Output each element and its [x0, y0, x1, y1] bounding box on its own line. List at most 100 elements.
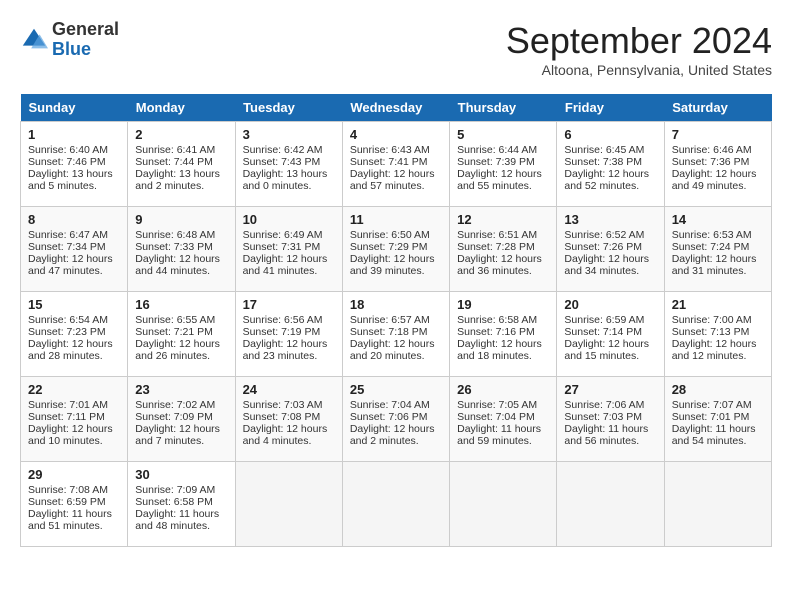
- header-sunday: Sunday: [21, 94, 128, 122]
- day-number: 30: [135, 467, 227, 482]
- daylight-text: Daylight: 13 hours and 2 minutes.: [135, 168, 220, 192]
- sunset-text: Sunset: 7:36 PM: [672, 156, 750, 168]
- calendar-cell: 15Sunrise: 6:54 AMSunset: 7:23 PMDayligh…: [21, 292, 128, 377]
- daylight-text: Daylight: 13 hours and 0 minutes.: [243, 168, 328, 192]
- sunset-text: Sunset: 7:09 PM: [135, 411, 213, 423]
- header-monday: Monday: [128, 94, 235, 122]
- day-number: 6: [564, 127, 656, 142]
- calendar-cell: 4 Sunrise: 6:43 AMSunset: 7:41 PMDaylight…: [342, 122, 449, 207]
- sunrise-text: Sunrise: 6:51 AM: [457, 229, 537, 241]
- calendar-cell: 9Sunrise: 6:48 AMSunset: 7:33 PMDaylight…: [128, 207, 235, 292]
- sunset-text: Sunset: 7:18 PM: [350, 326, 428, 338]
- sunrise-text: Sunrise: 7:01 AM: [28, 399, 108, 411]
- daylight-text: Daylight: 12 hours and 4 minutes.: [243, 423, 328, 447]
- logo-general-text: General: [52, 20, 119, 40]
- daylight-text: Daylight: 12 hours and 57 minutes.: [350, 168, 435, 192]
- day-number: 7: [672, 127, 764, 142]
- sunrise-text: Sunrise: 6:49 AM: [243, 229, 323, 241]
- sunset-text: Sunset: 7:03 PM: [564, 411, 642, 423]
- daylight-text: Daylight: 11 hours and 56 minutes.: [564, 423, 648, 447]
- sunrise-text: Sunrise: 6:52 AM: [564, 229, 644, 241]
- calendar-cell: [664, 462, 771, 547]
- daylight-text: Daylight: 11 hours and 51 minutes.: [28, 508, 112, 532]
- sunset-text: Sunset: 7:23 PM: [28, 326, 106, 338]
- sunset-text: Sunset: 7:01 PM: [672, 411, 750, 423]
- calendar-cell: 3Sunrise: 6:42 AMSunset: 7:43 PMDaylight…: [235, 122, 342, 207]
- daylight-text: Daylight: 11 hours and 59 minutes.: [457, 423, 541, 447]
- sunrise-text: Sunrise: 6:57 AM: [350, 314, 430, 326]
- day-number: 11: [350, 212, 442, 227]
- sunrise-text: Sunrise: 6:54 AM: [28, 314, 108, 326]
- month-title: September 2024: [506, 20, 772, 62]
- day-number: 13: [564, 212, 656, 227]
- calendar-cell: 1Sunrise: 6:40 AMSunset: 7:46 PMDaylight…: [21, 122, 128, 207]
- sunrise-text: Sunrise: 7:00 AM: [672, 314, 752, 326]
- calendar-cell: 7 Sunrise: 6:46 AMSunset: 7:36 PMDaylight…: [664, 122, 771, 207]
- day-number: 16: [135, 297, 227, 312]
- sunrise-text: Sunrise: 7:02 AM: [135, 399, 215, 411]
- sunset-text: Sunset: 7:34 PM: [28, 241, 106, 253]
- header-wednesday: Wednesday: [342, 94, 449, 122]
- sunrise-text: Sunrise: 6:43 AM: [350, 144, 430, 156]
- sunrise-text: Sunrise: 6:56 AM: [243, 314, 323, 326]
- calendar-cell: 29Sunrise: 7:08 AMSunset: 6:59 PMDayligh…: [21, 462, 128, 547]
- sunset-text: Sunset: 7:41 PM: [350, 156, 428, 168]
- calendar-cell: 28Sunrise: 7:07 AMSunset: 7:01 PMDayligh…: [664, 377, 771, 462]
- calendar-cell: 19Sunrise: 6:58 AMSunset: 7:16 PMDayligh…: [450, 292, 557, 377]
- daylight-text: Daylight: 12 hours and 39 minutes.: [350, 253, 435, 277]
- logo: General Blue: [20, 20, 119, 60]
- sunrise-text: Sunrise: 6:45 AM: [564, 144, 644, 156]
- calendar-cell: 12Sunrise: 6:51 AMSunset: 7:28 PMDayligh…: [450, 207, 557, 292]
- sunrise-text: Sunrise: 6:46 AM: [672, 144, 752, 156]
- daylight-text: Daylight: 12 hours and 18 minutes.: [457, 338, 542, 362]
- daylight-text: Daylight: 12 hours and 12 minutes.: [672, 338, 757, 362]
- day-number: 12: [457, 212, 549, 227]
- daylight-text: Daylight: 12 hours and 47 minutes.: [28, 253, 113, 277]
- calendar-cell: 10Sunrise: 6:49 AMSunset: 7:31 PMDayligh…: [235, 207, 342, 292]
- sunset-text: Sunset: 7:43 PM: [243, 156, 321, 168]
- sunrise-text: Sunrise: 6:50 AM: [350, 229, 430, 241]
- title-section: September 2024 Altoona, Pennsylvania, Un…: [506, 20, 772, 78]
- daylight-text: Daylight: 12 hours and 41 minutes.: [243, 253, 328, 277]
- sunset-text: Sunset: 7:38 PM: [564, 156, 642, 168]
- sunset-text: Sunset: 6:59 PM: [28, 496, 106, 508]
- week-row-5: 29Sunrise: 7:08 AMSunset: 6:59 PMDayligh…: [21, 462, 772, 547]
- calendar-cell: [557, 462, 664, 547]
- calendar-cell: 21Sunrise: 7:00 AMSunset: 7:13 PMDayligh…: [664, 292, 771, 377]
- sunrise-text: Sunrise: 6:47 AM: [28, 229, 108, 241]
- daylight-text: Daylight: 12 hours and 52 minutes.: [564, 168, 649, 192]
- daylight-text: Daylight: 11 hours and 48 minutes.: [135, 508, 219, 532]
- sunrise-text: Sunrise: 7:04 AM: [350, 399, 430, 411]
- calendar-cell: [342, 462, 449, 547]
- calendar-cell: 17Sunrise: 6:56 AMSunset: 7:19 PMDayligh…: [235, 292, 342, 377]
- calendar-cell: 27Sunrise: 7:06 AMSunset: 7:03 PMDayligh…: [557, 377, 664, 462]
- calendar-cell: 23Sunrise: 7:02 AMSunset: 7:09 PMDayligh…: [128, 377, 235, 462]
- day-number: 29: [28, 467, 120, 482]
- day-number: 4: [350, 127, 442, 142]
- calendar-header-row: SundayMondayTuesdayWednesdayThursdayFrid…: [21, 94, 772, 122]
- sunrise-text: Sunrise: 6:53 AM: [672, 229, 752, 241]
- calendar-cell: 25Sunrise: 7:04 AMSunset: 7:06 PMDayligh…: [342, 377, 449, 462]
- day-number: 2: [135, 127, 227, 142]
- daylight-text: Daylight: 12 hours and 28 minutes.: [28, 338, 113, 362]
- sunset-text: Sunset: 7:08 PM: [243, 411, 321, 423]
- day-number: 5: [457, 127, 549, 142]
- daylight-text: Daylight: 12 hours and 10 minutes.: [28, 423, 113, 447]
- sunset-text: Sunset: 6:58 PM: [135, 496, 213, 508]
- day-number: 26: [457, 382, 549, 397]
- daylight-text: Daylight: 12 hours and 23 minutes.: [243, 338, 328, 362]
- day-number: 24: [243, 382, 335, 397]
- daylight-text: Daylight: 12 hours and 49 minutes.: [672, 168, 757, 192]
- sunset-text: Sunset: 7:31 PM: [243, 241, 321, 253]
- sunset-text: Sunset: 7:28 PM: [457, 241, 535, 253]
- calendar-cell: 22Sunrise: 7:01 AMSunset: 7:11 PMDayligh…: [21, 377, 128, 462]
- sunset-text: Sunset: 7:39 PM: [457, 156, 535, 168]
- logo-icon: [20, 26, 48, 54]
- header-friday: Friday: [557, 94, 664, 122]
- calendar-cell: [235, 462, 342, 547]
- sunrise-text: Sunrise: 6:55 AM: [135, 314, 215, 326]
- day-number: 27: [564, 382, 656, 397]
- day-number: 9: [135, 212, 227, 227]
- daylight-text: Daylight: 11 hours and 54 minutes.: [672, 423, 756, 447]
- sunrise-text: Sunrise: 7:03 AM: [243, 399, 323, 411]
